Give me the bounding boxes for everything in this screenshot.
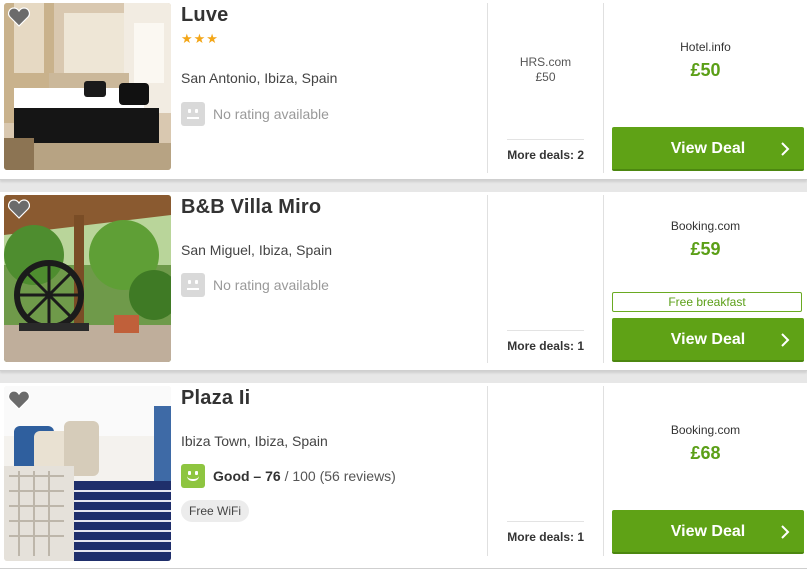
chevron-right-icon xyxy=(781,333,790,347)
star-rating: ★★★ xyxy=(181,31,219,46)
divider xyxy=(487,3,488,173)
view-deal-label: View Deal xyxy=(670,523,746,540)
divider xyxy=(603,386,604,556)
separator xyxy=(507,139,584,140)
alt-provider-price: £50 xyxy=(535,70,556,84)
more-deals-link[interactable]: More deals: 1 xyxy=(507,530,584,544)
deal-provider: Booking.com xyxy=(670,423,741,437)
view-deal-label: View Deal xyxy=(670,140,746,157)
divider xyxy=(487,386,488,556)
rating-detail: / 100 (56 reviews) xyxy=(280,468,396,484)
more-deals-link[interactable]: More deals: 1 xyxy=(507,339,584,353)
neutral-face-icon xyxy=(181,102,205,126)
deal-price: £59 xyxy=(690,239,721,259)
chevron-right-icon xyxy=(781,142,790,156)
rating-label: Good – 76 xyxy=(213,468,281,484)
view-deal-button[interactable]: View Deal xyxy=(612,318,804,362)
hotel-card: Luve ★★★ San Antonio, Ibiza, Spain No ra… xyxy=(0,0,807,180)
hotel-photo[interactable] xyxy=(4,3,171,170)
rating-row: No rating available xyxy=(181,102,329,126)
deal-price: £50 xyxy=(690,60,721,80)
deal-price: £68 xyxy=(690,443,721,463)
alt-deal[interactable]: HRS.com £50 xyxy=(488,55,603,85)
hotel-name[interactable]: Plaza Ii xyxy=(181,387,250,410)
hotel-photo[interactable] xyxy=(4,386,171,561)
heart-icon[interactable] xyxy=(8,7,30,27)
free-breakfast-badge: Free breakfast xyxy=(612,292,802,312)
heart-icon[interactable] xyxy=(8,390,30,410)
neutral-face-icon xyxy=(181,273,205,297)
separator xyxy=(507,521,584,522)
hotel-location: Ibiza Town, Ibiza, Spain xyxy=(181,433,328,449)
hotel-card: B&B Villa Miro San Miguel, Ibiza, Spain … xyxy=(0,192,807,371)
hotel-location: San Antonio, Ibiza, Spain xyxy=(181,70,338,86)
more-deals-link[interactable]: More deals: 2 xyxy=(507,148,584,162)
rating-row: Good – 76 / 100 (56 reviews) xyxy=(181,464,396,488)
hotel-name[interactable]: B&B Villa Miro xyxy=(181,196,321,219)
view-deal-button[interactable]: View Deal xyxy=(612,127,804,171)
smile-face-icon xyxy=(181,464,205,488)
view-deal-button[interactable]: View Deal xyxy=(612,510,804,554)
divider xyxy=(603,3,604,173)
hotel-location: San Miguel, Ibiza, Spain xyxy=(181,242,332,258)
separator xyxy=(507,330,584,331)
rating-text: No rating available xyxy=(213,106,329,122)
deal-provider: Booking.com xyxy=(670,219,741,233)
alt-provider-name: HRS.com xyxy=(519,55,572,69)
amenity-tag: Free WiFi xyxy=(181,500,249,522)
divider xyxy=(487,195,488,363)
rating-score: Good – 76 / 100 (56 reviews) xyxy=(213,468,396,484)
view-deal-label: View Deal xyxy=(670,331,746,348)
hotel-photo[interactable] xyxy=(4,195,171,362)
deal-provider: Hotel.info xyxy=(680,40,731,54)
rating-text: No rating available xyxy=(213,277,329,293)
chevron-right-icon xyxy=(781,525,790,539)
heart-icon[interactable] xyxy=(8,199,30,219)
rating-row: No rating available xyxy=(181,273,329,297)
hotel-card: Plaza Ii Ibiza Town, Ibiza, Spain Good –… xyxy=(0,383,807,569)
hotel-name[interactable]: Luve xyxy=(181,4,228,27)
